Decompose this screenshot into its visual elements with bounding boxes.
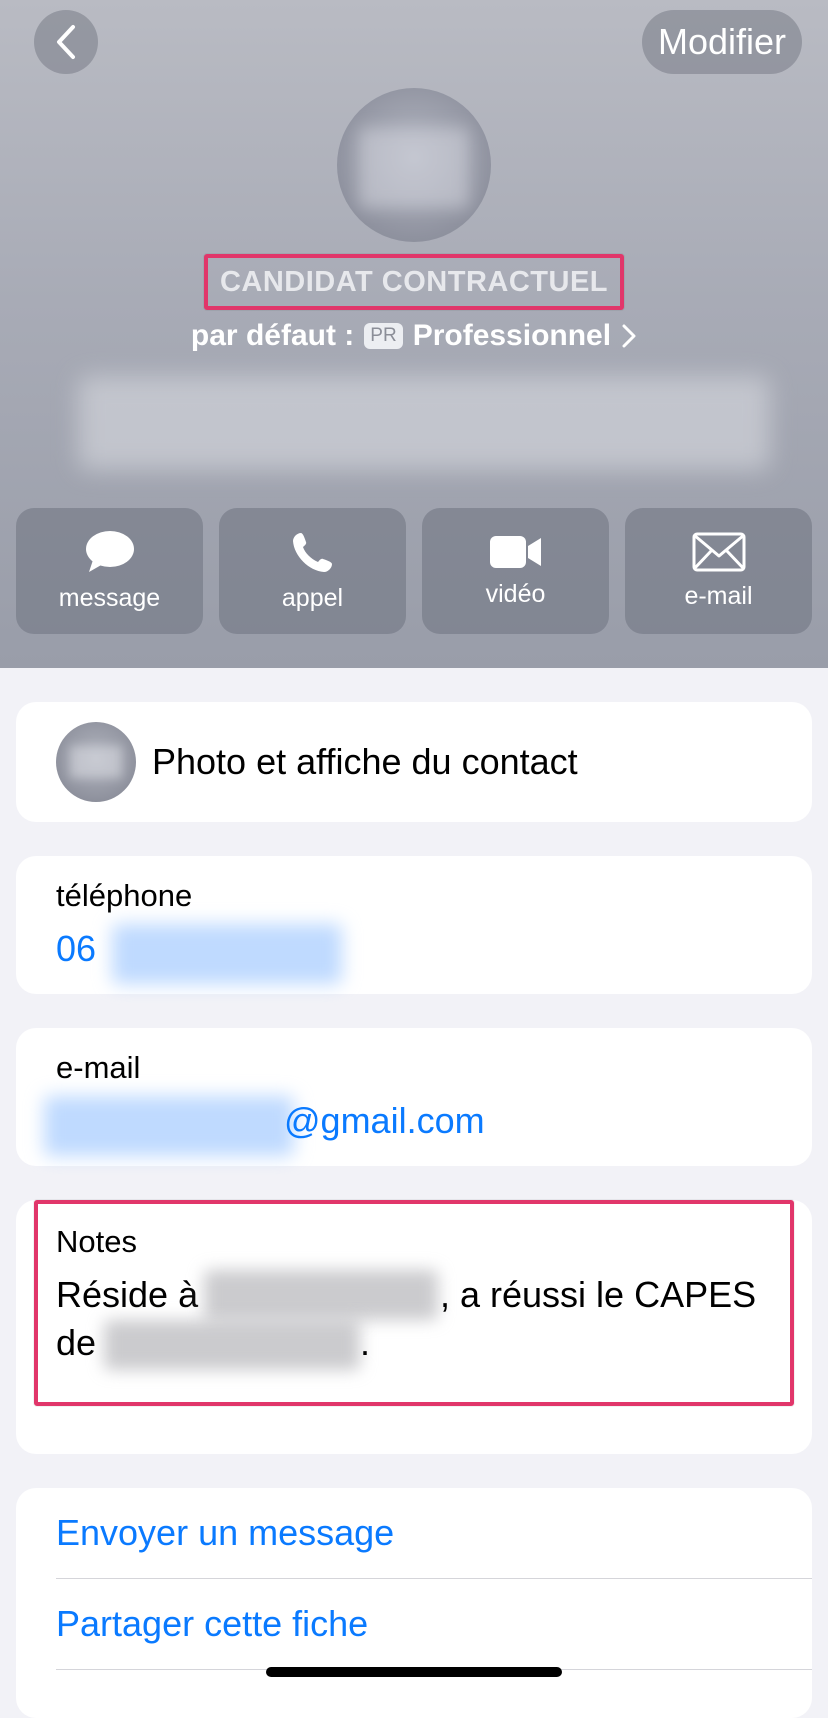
phone-icon (292, 532, 332, 572)
edit-button[interactable]: Modifier (641, 10, 802, 74)
notes-line1-start: Réside à (56, 1274, 199, 1315)
video-camera-icon (489, 535, 541, 568)
chevron-right-icon (622, 324, 636, 348)
company-name: CANDIDAT CONTRACTUEL (219, 265, 609, 298)
phone-number-redacted (112, 924, 342, 984)
message-action-button[interactable]: message (16, 508, 203, 634)
message-bubble-icon (85, 530, 134, 572)
chevron-left-icon (57, 25, 75, 59)
notes-location-redacted (204, 1270, 438, 1320)
notes-line2-start: de (56, 1322, 97, 1363)
send-message-link[interactable]: Envoyer un message (56, 1488, 812, 1578)
share-contact-link[interactable]: Partager cette fiche (56, 1579, 812, 1669)
video-action-label: vidéo (485, 579, 546, 608)
photo-thumbnail-redacted (70, 746, 122, 778)
email-action-label: e-mail (684, 581, 753, 610)
notes-label: Notes (56, 1224, 137, 1259)
email-label: e-mail (56, 1050, 141, 1085)
notes-card: Notes Réside à , a réussi le CAPES de . (16, 1200, 812, 1454)
notes-line2-end: . (360, 1322, 371, 1363)
call-action-label: appel (281, 583, 344, 612)
email-address-redacted (44, 1096, 294, 1156)
account-badge: PR (364, 323, 403, 349)
back-button[interactable] (34, 10, 98, 74)
message-action-label: message (58, 583, 161, 612)
avatar (337, 88, 491, 242)
home-indicator[interactable] (266, 1667, 562, 1677)
photo-poster-label: Photo et affiche du contact (152, 741, 578, 782)
avatar-redacted-initials (359, 128, 469, 208)
envelope-icon (692, 532, 745, 571)
email-card: e-mail @gmail.com (16, 1028, 812, 1166)
email-action-button[interactable]: e-mail (625, 508, 812, 634)
video-action-button[interactable]: vidéo (422, 508, 609, 634)
quick-actions: message appel vidéo e-mail (16, 508, 812, 634)
contact-name-redacted (78, 376, 770, 470)
photo-poster-row[interactable]: Photo et affiche du contact (16, 702, 812, 822)
phone-label: téléphone (56, 878, 193, 913)
notes-line1-end: , a réussi le CAPES (440, 1274, 757, 1315)
phone-card: téléphone 06 (16, 856, 812, 994)
notes-subject-redacted (104, 1320, 360, 1370)
default-account-row[interactable]: par défaut : PR Professionnel (0, 314, 828, 358)
default-account-label: Professionnel (412, 319, 612, 352)
call-action-button[interactable]: appel (219, 508, 406, 634)
email-address[interactable]: @gmail.com (284, 1100, 485, 1142)
phone-number[interactable]: 06 (56, 928, 96, 970)
photo-thumbnail (56, 722, 136, 802)
default-prefix: par défaut : (190, 319, 355, 352)
contact-header: Modifier CANDIDAT CONTRACTUEL par défaut… (0, 0, 828, 668)
actions-list-card: Envoyer un message Partager cette fiche (16, 1488, 812, 1718)
